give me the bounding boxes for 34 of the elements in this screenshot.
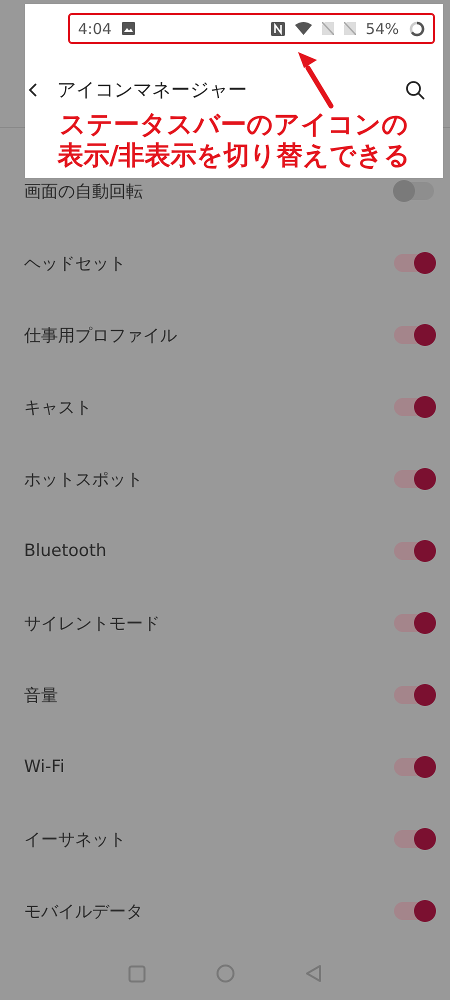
setting-label: サイレントモード bbox=[24, 612, 160, 634]
setting-label: モバイルデータ bbox=[24, 900, 143, 922]
search-icon[interactable] bbox=[405, 80, 425, 100]
nfc-icon bbox=[270, 22, 285, 36]
setting-label: 仕事用プロファイル bbox=[24, 324, 177, 346]
wifi-icon bbox=[294, 22, 312, 35]
toggle-switch[interactable] bbox=[394, 182, 434, 200]
toggle-switch[interactable] bbox=[394, 470, 434, 488]
toggle-switch[interactable] bbox=[394, 758, 434, 776]
toggle-switch[interactable] bbox=[394, 686, 434, 704]
no-sim-icon bbox=[322, 22, 334, 35]
toggle-switch[interactable] bbox=[394, 830, 434, 848]
toggle-switch[interactable] bbox=[394, 254, 434, 272]
battery-icon bbox=[409, 20, 425, 36]
page-title: アイコンマネージャー bbox=[57, 78, 248, 103]
setting-label: 音量 bbox=[24, 684, 58, 706]
setting-label: 画面の自動回転 bbox=[24, 180, 143, 202]
status-time: 4:04 bbox=[78, 20, 112, 38]
toggle-switch[interactable] bbox=[394, 902, 434, 920]
annotation-text: 表示/非表示を切り替えできる bbox=[57, 141, 411, 172]
setting-label: キャスト bbox=[24, 396, 92, 418]
image-icon bbox=[122, 22, 135, 35]
toggle-switch[interactable] bbox=[394, 614, 434, 632]
battery-percent: 54% bbox=[366, 20, 399, 38]
toggle-switch[interactable] bbox=[394, 398, 434, 416]
setting-label: Bluetooth bbox=[24, 541, 107, 561]
setting-label: ヘッドセット bbox=[24, 252, 126, 274]
toggle-switch[interactable] bbox=[394, 542, 434, 560]
toggle-switch[interactable] bbox=[394, 326, 434, 344]
setting-label: Wi-Fi bbox=[24, 757, 65, 777]
annotation-text: ステータスバーのアイコンの bbox=[60, 110, 408, 141]
setting-label: ホットスポット bbox=[24, 468, 143, 490]
no-sim-icon bbox=[344, 22, 356, 35]
setting-label: イーサネット bbox=[24, 828, 126, 850]
